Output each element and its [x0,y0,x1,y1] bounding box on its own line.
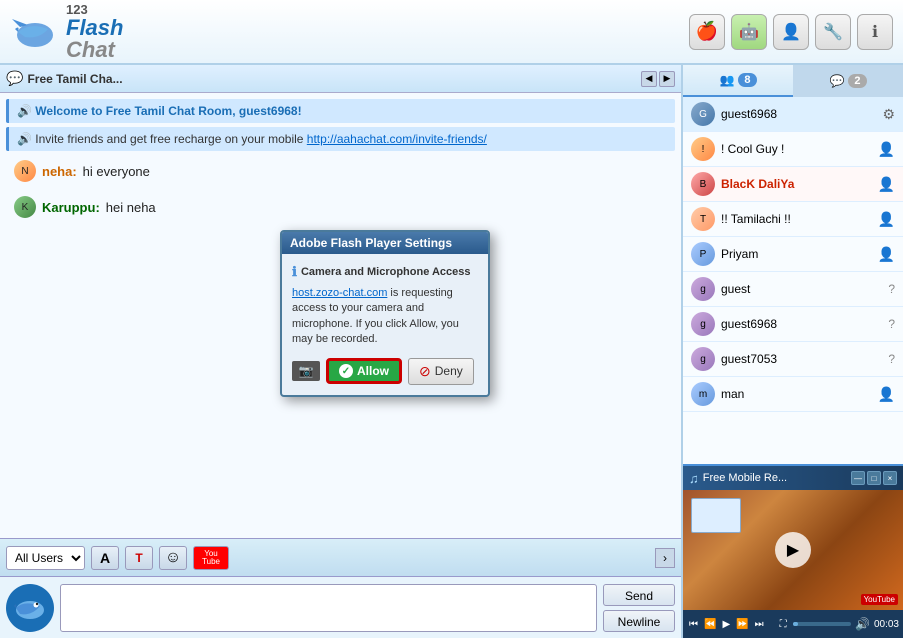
camera-icon: 📷 [299,364,314,378]
dialog-body: ℹ Camera and Microphone Access host.zozo… [282,254,488,395]
allow-label: Allow [357,364,389,378]
dialog-title: Adobe Flash Player Settings [282,232,488,254]
host-link[interactable]: host.zozo-chat.com [292,287,387,299]
flash-player-dialog: Adobe Flash Player Settings ℹ Camera and… [280,230,490,397]
dialog-overlay: Adobe Flash Player Settings ℹ Camera and… [0,0,903,638]
dialog-section-label: Camera and Microphone Access [301,266,471,278]
dialog-buttons: 📷 ✓ Allow ⊘ Deny [292,358,478,385]
deny-label: Deny [435,364,463,378]
deny-icon: ⊘ [419,363,431,380]
allow-button[interactable]: ✓ Allow [326,358,402,384]
check-icon: ✓ [339,364,353,378]
camera-preview-icon: 📷 [292,361,320,381]
help-icon: ℹ [292,264,297,280]
dialog-body-text: host.zozo-chat.com is requesting access … [292,286,478,348]
dialog-section-header: ℹ Camera and Microphone Access [292,264,478,280]
deny-button[interactable]: ⊘ Deny [408,358,474,385]
